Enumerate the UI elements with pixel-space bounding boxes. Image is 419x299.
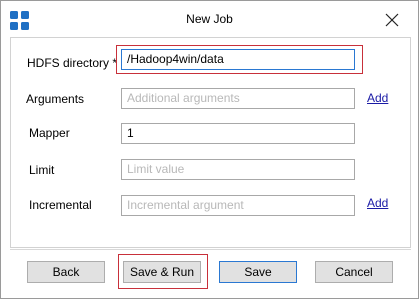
- window-title: New Job: [186, 12, 233, 26]
- limit-label: Limit: [29, 163, 55, 177]
- mapper-input[interactable]: 1: [121, 123, 355, 144]
- hdfs-directory-label: HDFS directory *: [27, 56, 118, 70]
- mapper-label: Mapper: [29, 126, 70, 140]
- hdfs-directory-input[interactable]: /Hadoop4win/data: [121, 49, 355, 70]
- form-panel: HDFS directory * /Hadoop4win/data Argume…: [10, 37, 411, 248]
- arguments-input[interactable]: Additional arguments: [121, 88, 355, 109]
- incremental-add-link[interactable]: Add: [367, 196, 388, 210]
- save-and-run-button[interactable]: Save & Run: [123, 261, 201, 283]
- arguments-add-link[interactable]: Add: [367, 91, 388, 105]
- cancel-button[interactable]: Cancel: [315, 261, 393, 283]
- arguments-label: Arguments: [26, 92, 85, 106]
- incremental-label: Incremental: [29, 198, 92, 212]
- back-button[interactable]: Back: [27, 261, 105, 283]
- save-button[interactable]: Save: [219, 261, 297, 283]
- new-job-dialog: New Job HDFS directory * /Hadoop4win/dat…: [0, 0, 419, 299]
- limit-input[interactable]: Limit value: [121, 159, 355, 180]
- close-icon[interactable]: [383, 11, 401, 29]
- footer-divider: [10, 249, 411, 250]
- title-bar: New Job: [1, 1, 418, 37]
- incremental-input[interactable]: Incremental argument: [121, 195, 355, 216]
